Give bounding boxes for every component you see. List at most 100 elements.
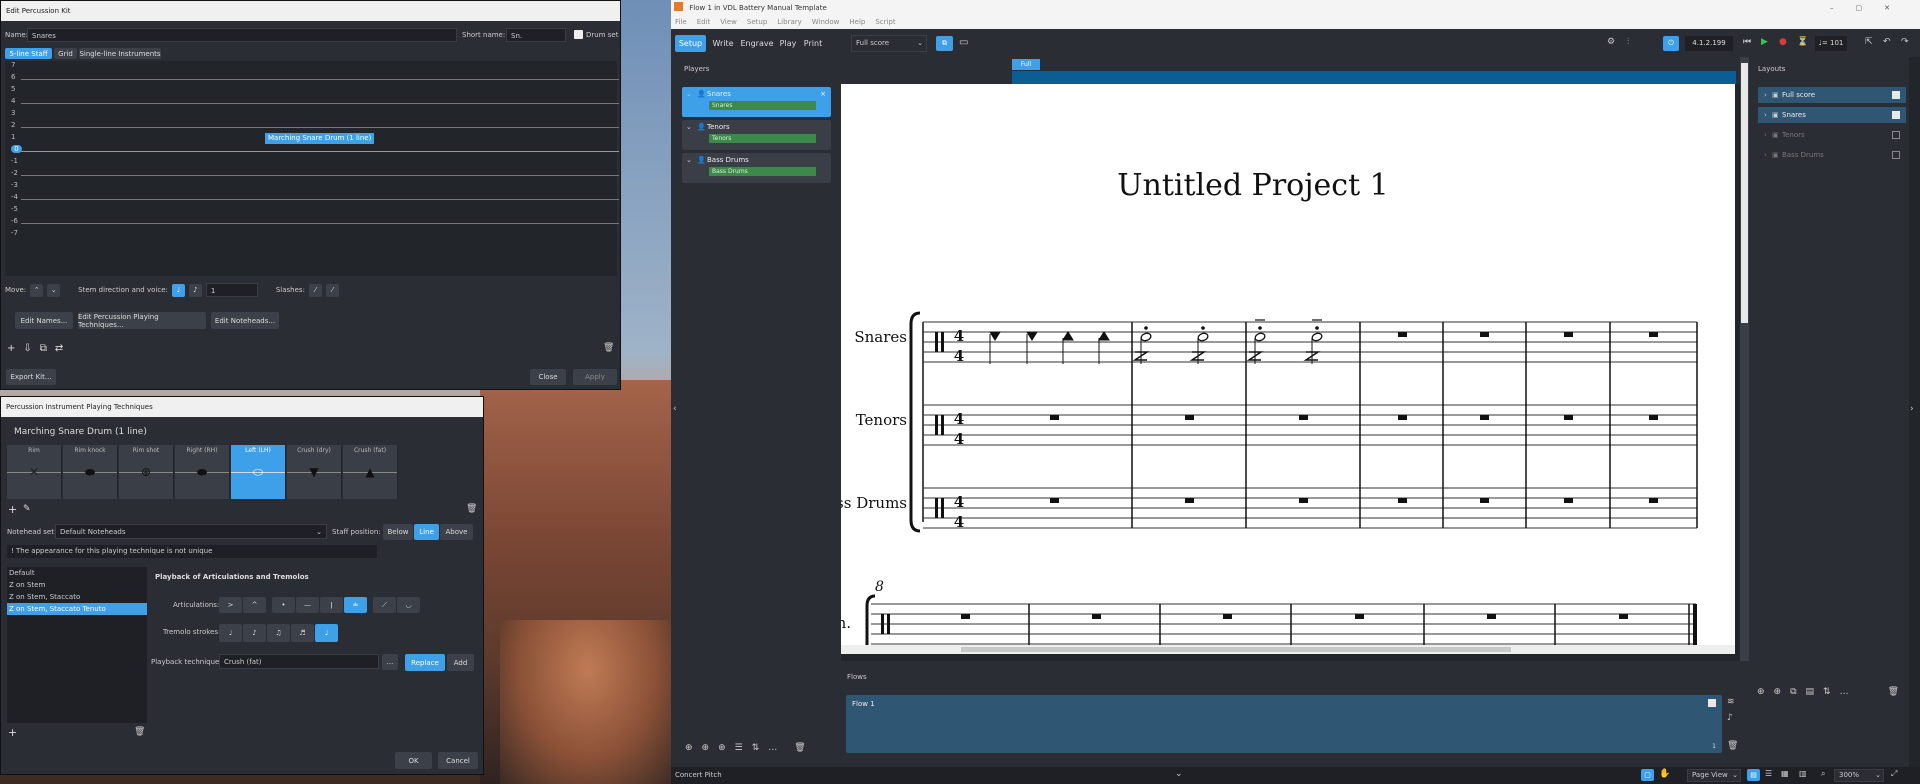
duplicate-icon[interactable]: ⧉ (40, 343, 47, 354)
flow-settings-icon[interactable]: ≋ (1727, 697, 1738, 707)
rewind-icon[interactable]: ⏮ (1743, 37, 1751, 47)
horizontal-scrollbar[interactable] (841, 645, 1735, 654)
mode-play[interactable]: Play (777, 35, 799, 52)
menu-edit[interactable]: Edit (697, 16, 711, 29)
redo-icon[interactable]: ↷ (1901, 37, 1909, 47)
left-panel-toggle-icon[interactable]: ‹ (673, 404, 677, 414)
ok-button[interactable]: OK (395, 752, 432, 769)
slur-icon[interactable]: ◡ (397, 597, 420, 613)
chevron-right-icon[interactable]: › (1764, 107, 1767, 123)
browse-button[interactable]: ... (382, 654, 398, 670)
select-tool-icon[interactable]: ▢ (1641, 769, 1654, 781)
position-below-button[interactable]: Below (383, 524, 413, 540)
marcato-icon[interactable]: ^ (243, 597, 266, 613)
pages-icon[interactable]: ▤ (1806, 687, 1815, 697)
right-panel-toggle-icon[interactable]: › (1910, 404, 1914, 414)
layout-item-full-score[interactable]: › ▣ Full score (1758, 87, 1906, 103)
technique-tile-crush-fat[interactable]: Crush (fat) ▲ (343, 445, 398, 499)
chevron-right-icon[interactable]: › (1764, 87, 1767, 103)
add-flow-icon[interactable]: ♪ (1727, 713, 1738, 723)
instrument-label[interactable]: Tenors (709, 134, 816, 143)
voice-field[interactable]: 1 (205, 283, 258, 297)
layout-item-bass-drums[interactable]: › ▣ Bass Drums (1758, 147, 1906, 163)
zoom-select[interactable]: 300% ⌄ (1834, 769, 1884, 782)
trash-icon[interactable]: 🗑 (794, 743, 805, 753)
chevron-down-icon[interactable]: ⌄ (686, 123, 692, 131)
list-item-selected[interactable]: Z on Stem, Staccato Tenuto (7, 603, 147, 615)
add-part-icon[interactable]: ⊕ (1774, 687, 1782, 697)
mode-engrave[interactable]: Engrave (739, 35, 775, 52)
cancel-button[interactable]: Cancel (438, 752, 478, 769)
tremolo-0-icon[interactable]: ♩ (219, 624, 242, 642)
sort-icon[interactable]: ⇅ (1823, 687, 1831, 697)
technique-tile-rim-knock[interactable]: Rim knock ⬬ (63, 445, 118, 499)
export-icon[interactable]: ⇱ (1865, 37, 1873, 47)
panel-toggle-icon[interactable]: ⌄ (1175, 769, 1183, 779)
mixer-icon[interactable]: ⚙ (1607, 37, 1615, 47)
slash-icon[interactable]: ⁄ (308, 283, 322, 297)
zoom-fit-icon[interactable]: ⤢ (1891, 769, 1897, 779)
export-kit-button[interactable]: Export Kit... (6, 369, 56, 385)
instrument-label[interactable]: Snares (709, 101, 816, 110)
tremolo-1-icon[interactable]: ♪ (243, 624, 266, 642)
trash-icon[interactable]: 🗑 (603, 343, 614, 353)
close-button[interactable]: Close (530, 369, 566, 385)
undo-icon[interactable]: ↶ (1883, 37, 1891, 47)
staccato-icon[interactable]: • (272, 597, 295, 613)
chevron-down-icon[interactable]: ⌄ (686, 90, 692, 98)
playback-technique-field[interactable]: Crush (fat) (219, 654, 379, 669)
pencil-icon[interactable]: ✎ (23, 504, 31, 514)
tremolo-3-icon[interactable]: ♬ (291, 624, 314, 642)
position-above-button[interactable]: Above (440, 524, 473, 540)
close-icon[interactable]: × (820, 90, 826, 98)
sliders-icon[interactable]: ⫶ (1627, 37, 1629, 47)
add-ensemble-icon[interactable]: ⊕ (702, 743, 710, 753)
staccatissimo-icon[interactable]: ǀ (320, 597, 343, 613)
tab-grid[interactable]: Grid (54, 48, 77, 59)
menu-file[interactable]: File (675, 16, 687, 29)
sort-icon[interactable]: ⇅ (752, 743, 760, 753)
flow-card[interactable]: Flow 1 1 (846, 695, 1722, 753)
drum-set-checkbox[interactable] (574, 30, 583, 39)
concert-pitch-toggle[interactable]: Concert Pitch (675, 771, 722, 779)
menu-library[interactable]: Library (777, 16, 801, 29)
short-name-field[interactable]: Sn. (506, 28, 566, 42)
stem-up-icon[interactable]: ♩ (171, 283, 185, 297)
metronome-icon[interactable]: ⏳ (1797, 37, 1808, 47)
list-icon[interactable]: ☰ (735, 743, 743, 753)
play-icon[interactable]: ▶ (1761, 37, 1768, 47)
page-arrangement-icon[interactable]: ▤ (1747, 769, 1760, 781)
instrument-label[interactable]: Bass Drums (709, 167, 816, 176)
layout-item-snares[interactable]: › ▣ Snares (1758, 107, 1906, 123)
layout-checkbox[interactable] (1892, 151, 1900, 159)
apply-button[interactable]: Apply (573, 369, 617, 385)
variant-list[interactable]: Default Z on Stem Z on Stem, Staccato Z … (7, 567, 147, 723)
vertical-arrangement-icon[interactable]: ☰ (1765, 769, 1772, 778)
edit-names-button[interactable]: Edit Names... (15, 312, 73, 329)
add-variant-icon[interactable]: + (8, 726, 17, 739)
name-field[interactable]: Snares (27, 28, 457, 42)
hand-tool-icon[interactable]: ✋ (1659, 769, 1670, 779)
layout-item-tenors[interactable]: › ▣ Tenors (1758, 127, 1906, 143)
tenuto-icon[interactable]: — (296, 597, 319, 613)
grid-arrangement-icon[interactable]: ▦ (1781, 769, 1789, 778)
chevron-right-icon[interactable]: › (1764, 127, 1767, 143)
mode-setup[interactable]: Setup (675, 35, 706, 52)
edit-noteheads-button[interactable]: Edit Noteheads... (211, 312, 279, 329)
instrument-tag[interactable]: Marching Snare Drum (1 line) (265, 133, 375, 144)
menu-view[interactable]: View (720, 16, 737, 29)
tenuto-staccato-icon[interactable]: ≐ (344, 597, 367, 613)
mode-print[interactable]: Print (801, 35, 825, 52)
tab-5-line-staff[interactable]: 5-line Staff (5, 48, 52, 59)
player-card-tenors[interactable]: ⌄ 👤 Tenors Tenors (682, 120, 831, 150)
move-down-button[interactable]: ⌄ (47, 283, 61, 297)
menu-script[interactable]: Script (875, 16, 895, 29)
trash-icon[interactable]: 🗑 (1888, 687, 1899, 697)
slash-alt-icon[interactable]: ⁄ (325, 283, 339, 297)
layout-checkbox[interactable] (1892, 131, 1900, 139)
record-icon[interactable]: ● (1779, 37, 1787, 47)
window-controls[interactable]: –▢✕ (1830, 0, 1912, 16)
edit-techniques-button[interactable]: Edit Percussion Playing Techniques... (78, 312, 206, 329)
add-player-icon[interactable]: ⊕ (685, 743, 693, 753)
tab-full-score[interactable]: Full score (1012, 59, 1040, 79)
